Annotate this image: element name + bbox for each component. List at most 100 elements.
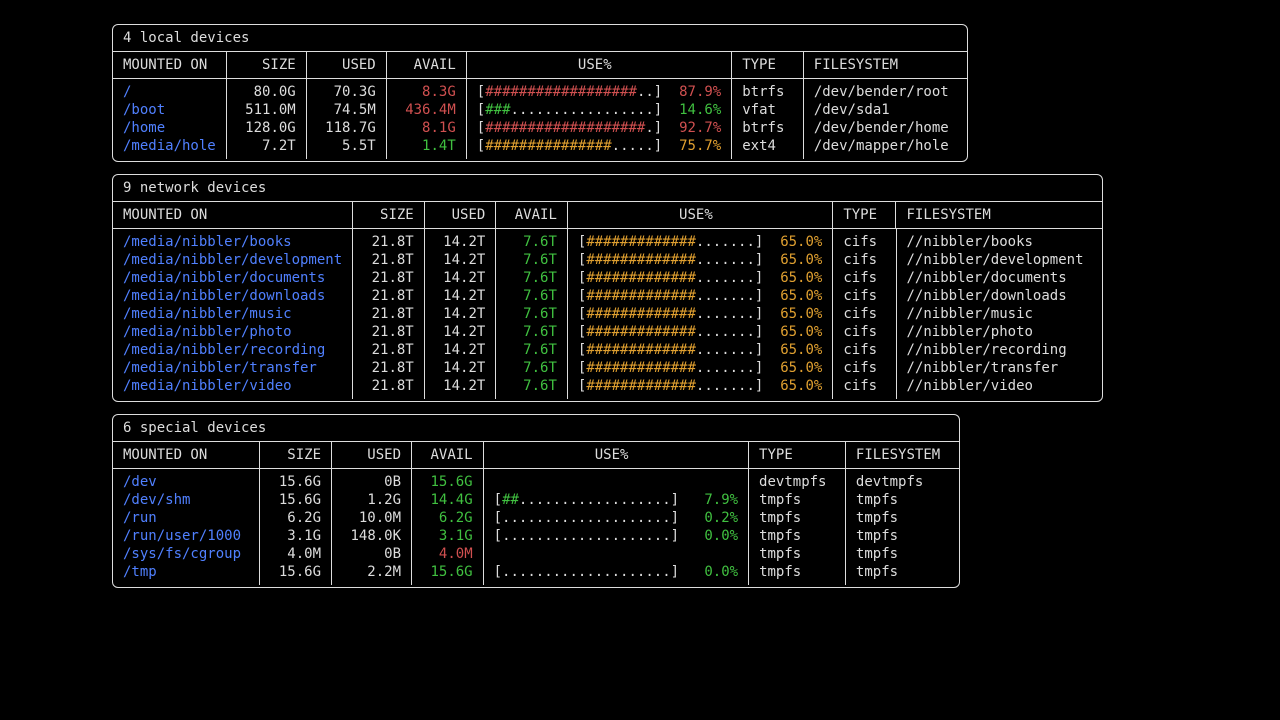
mount-cell: /media/nibbler/documents: [113, 269, 353, 287]
mount-cell: /run: [113, 509, 260, 527]
usepct-cell: [###############.....] 75.7%: [467, 137, 732, 159]
size-cell: 15.6G: [260, 469, 332, 491]
size-cell: 21.8T: [353, 377, 425, 399]
table-row: /tmp 15.6G 2.2M 15.6G[..................…: [113, 563, 959, 585]
avail-cell: 1.4T: [387, 137, 467, 159]
size-cell: 7.2T: [227, 137, 307, 159]
type-cell: cifs: [833, 269, 896, 287]
type-cell: cifs: [833, 229, 896, 251]
column-header: USE%: [467, 52, 732, 78]
mount-cell: /media/nibbler/development: [113, 251, 353, 269]
table-row: /run/user/1000 3.1G 148.0K 3.1G[........…: [113, 527, 959, 545]
used-cell: 5.5T: [307, 137, 387, 159]
table-header: MOUNTED ON SIZE USED AVAIL USE% TYPE FIL…: [113, 52, 967, 79]
table-body: /media/nibbler/books 21.8T 14.2T 7.6T[##…: [113, 229, 1102, 401]
usage-pct: 65.0%: [772, 378, 823, 394]
usepct-cell: [#############.......] 65.0%: [568, 341, 833, 359]
usage-pct: 65.0%: [772, 342, 823, 358]
usage-pct: 65.0%: [772, 306, 823, 322]
table-row: / 80.0G 70.3G 8.3G[##################..]…: [113, 79, 967, 101]
avail-cell: 3.1G: [412, 527, 484, 545]
usepct-cell: [#############.......] 65.0%: [568, 323, 833, 341]
column-header: AVAIL: [387, 52, 467, 78]
type-cell: btrfs: [732, 119, 804, 137]
filesystem-cell: tmpfs: [846, 527, 959, 545]
column-header: USED: [425, 202, 497, 228]
filesystem-cell: /dev/sda1: [804, 101, 967, 119]
table-row: /home 128.0G 118.7G 8.1G[###############…: [113, 119, 967, 137]
size-cell: 21.8T: [353, 269, 425, 287]
table-row: /sys/fs/cgroup 4.0M 0B 4.0M tmpfs tmpfs: [113, 545, 959, 563]
usage-pct: 7.9%: [688, 492, 739, 508]
mount-cell: /media/hole: [113, 137, 227, 159]
avail-cell: 7.6T: [496, 251, 568, 269]
size-cell: 80.0G: [227, 79, 307, 101]
mount-cell: /media/nibbler/photo: [113, 323, 353, 341]
column-header: MOUNTED ON: [113, 52, 227, 78]
usage-bar: #############: [586, 324, 696, 340]
used-cell: 118.7G: [307, 119, 387, 137]
size-cell: 4.0M: [260, 545, 332, 563]
table-row: /media/nibbler/video 21.8T 14.2T 7.6T[##…: [113, 377, 1102, 399]
table-row: /media/nibbler/recording 21.8T 14.2T 7.6…: [113, 341, 1102, 359]
size-cell: 21.8T: [353, 251, 425, 269]
table-row: /media/hole 7.2T 5.5T 1.4T[#############…: [113, 137, 967, 159]
size-cell: 15.6G: [260, 563, 332, 585]
usage-pct: 75.7%: [671, 138, 722, 154]
avail-cell: 7.6T: [496, 377, 568, 399]
table-row: /media/nibbler/photo 21.8T 14.2T 7.6T[##…: [113, 323, 1102, 341]
usepct-cell: [#############.......] 65.0%: [568, 305, 833, 323]
size-cell: 6.2G: [260, 509, 332, 527]
filesystem-cell: //nibbler/downloads: [897, 287, 1102, 305]
type-cell: ext4: [732, 137, 804, 159]
mount-cell: /dev/shm: [113, 491, 260, 509]
usage-pct: 0.0%: [687, 564, 738, 580]
usage-pct: 14.6%: [671, 102, 722, 118]
size-cell: 21.8T: [353, 323, 425, 341]
table-row: /media/nibbler/transfer 21.8T 14.2T 7.6T…: [113, 359, 1102, 377]
usage-bar: #############: [586, 252, 696, 268]
type-cell: tmpfs: [749, 527, 846, 545]
filesystem-cell: /dev/bender/home: [804, 119, 967, 137]
size-cell: 21.8T: [353, 341, 425, 359]
usage-pct: 0.2%: [687, 510, 738, 526]
column-header: MOUNTED ON: [113, 202, 353, 228]
device-group: 9 network devicesMOUNTED ON SIZE USED AV…: [112, 174, 1103, 402]
usage-bar: #############: [586, 306, 696, 322]
type-cell: tmpfs: [749, 509, 846, 527]
avail-cell: 8.3G: [387, 79, 467, 101]
table-row: /dev/shm 15.6G 1.2G 14.4G[##............…: [113, 491, 959, 509]
table-row: /media/nibbler/development 21.8T 14.2T 7…: [113, 251, 1102, 269]
usepct-cell: [484, 545, 749, 563]
size-cell: 21.8T: [353, 229, 425, 251]
used-cell: 10.0M: [332, 509, 412, 527]
filesystem-cell: //nibbler/recording: [897, 341, 1102, 359]
usage-bar: #############: [586, 270, 696, 286]
avail-cell: 7.6T: [496, 323, 568, 341]
type-cell: cifs: [833, 287, 896, 305]
usepct-cell: [484, 469, 749, 491]
usage-pct: 65.0%: [772, 234, 823, 250]
usage-pct: 65.0%: [772, 270, 823, 286]
type-cell: cifs: [833, 251, 896, 269]
used-cell: 14.2T: [425, 359, 497, 377]
table-row: /boot 511.0M 74.5M 436.4M[###...........…: [113, 101, 967, 119]
type-cell: tmpfs: [749, 563, 846, 585]
avail-cell: 7.6T: [496, 359, 568, 377]
table-header: MOUNTED ON SIZE USED AVAIL USE% TYPE FIL…: [113, 202, 1102, 229]
type-cell: cifs: [833, 305, 896, 323]
duf-output: 4 local devicesMOUNTED ON SIZE USED AVAI…: [112, 24, 1168, 600]
usage-bar: #############: [586, 378, 696, 394]
column-header: MOUNTED ON: [113, 442, 260, 468]
usage-bar: ##: [502, 492, 519, 508]
usepct-cell: [#############.......] 65.0%: [568, 287, 833, 305]
table-row: /media/nibbler/books 21.8T 14.2T 7.6T[##…: [113, 229, 1102, 251]
usage-pct: 65.0%: [772, 324, 823, 340]
used-cell: 14.2T: [425, 251, 497, 269]
used-cell: 14.2T: [425, 305, 497, 323]
group-title: 9 network devices: [113, 175, 1102, 202]
usepct-cell: [....................] 0.0%: [484, 527, 749, 545]
mount-cell: /media/nibbler/recording: [113, 341, 353, 359]
column-header: SIZE: [260, 442, 332, 468]
usepct-cell: [....................] 0.0%: [484, 563, 749, 585]
